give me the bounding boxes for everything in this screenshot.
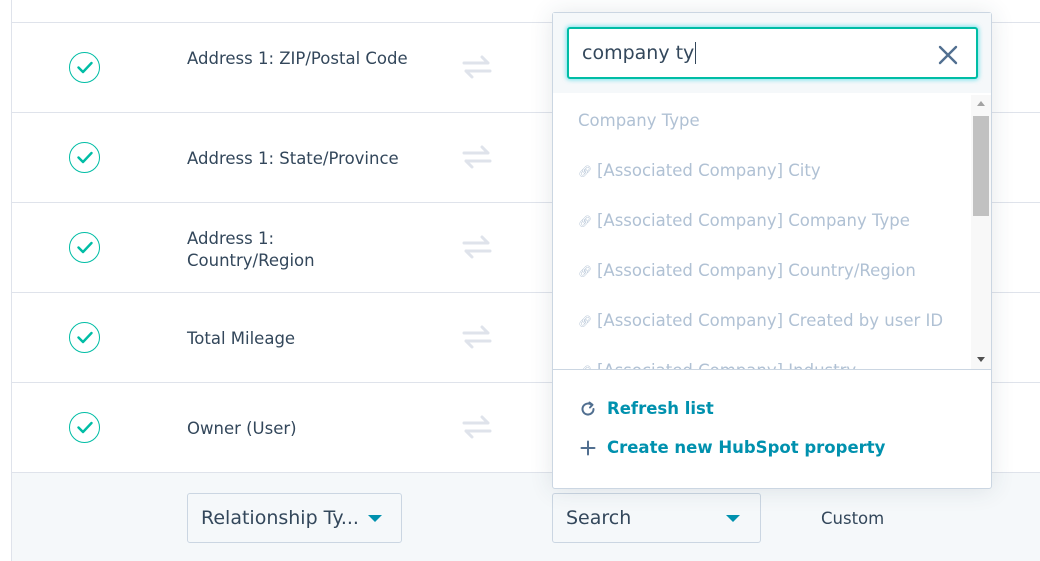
- swap-arrows-icon: [462, 325, 492, 349]
- dropdown-option[interactable]: 🔗︎ [Associated Company] City: [578, 161, 821, 180]
- field-label: Address 1: Country/Region: [187, 229, 315, 270]
- option-label: [Associated Company] Created by user ID: [596, 311, 944, 330]
- swap-arrows-icon: [462, 55, 492, 79]
- refresh-list-button[interactable]: Refresh list: [580, 399, 714, 418]
- close-icon[interactable]: [938, 45, 958, 65]
- relationship-type-select[interactable]: Relationship Ty...: [187, 493, 402, 543]
- field-label: Total Mileage: [187, 329, 296, 348]
- option-label: Company Type: [578, 111, 700, 130]
- option-label: [Associated Company] City: [596, 161, 821, 180]
- swap-arrows-icon: [462, 415, 492, 439]
- dropdown-option[interactable]: 🔗︎ [Associated Company] Company Type: [578, 211, 910, 230]
- property-dropdown: company ty Company Type 🔗︎ [Associated Co…: [552, 12, 992, 489]
- text-cursor: [695, 42, 697, 64]
- dropdown-scrollbar[interactable]: [971, 95, 991, 369]
- check-circle-icon[interactable]: [69, 52, 100, 83]
- option-label: [Associated Company] Country/Region: [596, 261, 916, 280]
- link-icon: 🔗︎: [578, 315, 592, 328]
- relationship-type-value: Relationship Ty...: [201, 507, 359, 529]
- dropdown-divider: [553, 369, 991, 370]
- swap-arrows-icon: [462, 235, 492, 259]
- hubspot-property-select[interactable]: Search: [552, 493, 761, 543]
- swap-arrows-icon: [462, 145, 492, 169]
- field-label: Address 1: State/Province: [187, 149, 399, 168]
- caret-down-icon: [726, 515, 740, 522]
- dropdown-option[interactable]: 🔗︎ [Associated Company] Country/Region: [578, 261, 916, 280]
- dropdown-option[interactable]: 🔗︎ [Associated Company] Created by user I…: [578, 311, 943, 330]
- hubspot-property-value: Search: [566, 507, 632, 529]
- scroll-down-arrow-icon[interactable]: [977, 357, 985, 362]
- property-search-input[interactable]: company ty: [567, 27, 978, 79]
- option-label: [Associated Company] Industry: [597, 361, 856, 369]
- create-property-button[interactable]: Create new HubSpot property: [580, 438, 885, 457]
- field-label: Address 1: ZIP/Postal Code: [187, 49, 408, 68]
- option-label: [Associated Company] Company Type: [596, 211, 910, 230]
- plus-icon: [580, 440, 596, 456]
- field-label: Owner (User): [187, 419, 297, 438]
- refresh-icon: [580, 401, 596, 417]
- search-input-value: company ty: [582, 42, 695, 64]
- dropdown-search-area: company ty: [553, 13, 991, 93]
- check-circle-icon[interactable]: [69, 142, 100, 173]
- check-circle-icon[interactable]: [69, 322, 100, 353]
- link-icon: 🔗︎: [578, 215, 592, 228]
- link-icon: 🔗︎: [578, 165, 592, 178]
- refresh-list-label: Refresh list: [607, 399, 714, 418]
- mapping-table: Address 1: ZIP/Postal Code Address 1: St…: [0, 0, 1040, 561]
- dropdown-option[interactable]: Company Type: [578, 111, 700, 130]
- create-property-label: Create new HubSpot property: [607, 438, 886, 457]
- check-circle-icon[interactable]: [69, 232, 100, 263]
- link-icon: 🔗︎: [578, 265, 592, 278]
- check-circle-icon[interactable]: [69, 412, 100, 443]
- scroll-up-arrow-icon[interactable]: [977, 101, 985, 106]
- caret-down-icon: [368, 515, 382, 522]
- dropdown-options-list: Company Type 🔗︎ [Associated Company] City…: [553, 95, 971, 369]
- scrollbar-thumb[interactable]: [973, 116, 989, 216]
- dropdown-option[interactable]: 🔗︎[Associated Company] Industry: [578, 361, 856, 369]
- mapping-type-text: Custom: [821, 509, 885, 528]
